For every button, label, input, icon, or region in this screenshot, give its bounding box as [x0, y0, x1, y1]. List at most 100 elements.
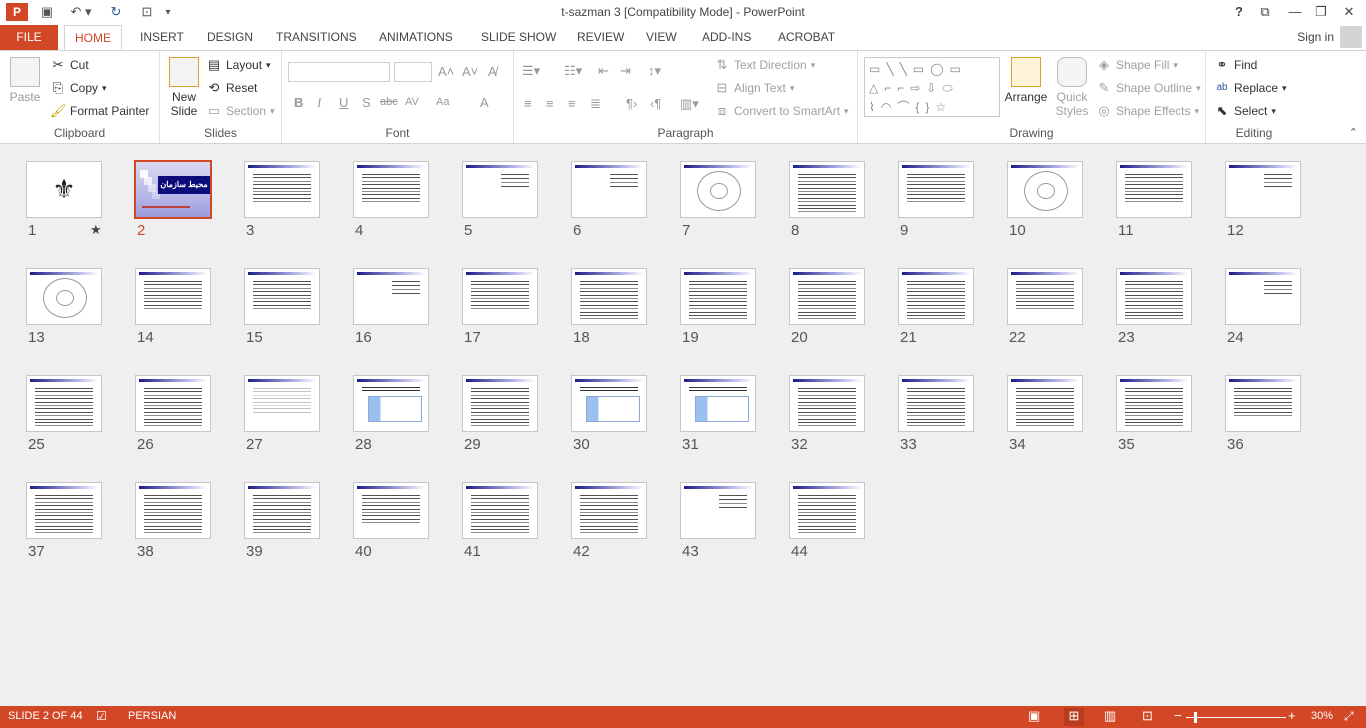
convert-to-smartart-button[interactable]: ⧈ Convert to SmartArt ▾ — [714, 103, 849, 119]
slide-thumbnail[interactable]: 41 — [462, 482, 571, 570]
slide-preview[interactable] — [1116, 161, 1192, 218]
slide-preview[interactable] — [898, 161, 974, 218]
zoom-slider-thumb[interactable] — [1193, 712, 1197, 723]
slide-preview[interactable] — [135, 482, 211, 539]
slide-preview[interactable] — [680, 375, 756, 432]
slide-thumbnail[interactable]: 34 — [1007, 375, 1116, 463]
replace-button[interactable]: ab Replace ▾ — [1214, 80, 1286, 96]
slide-preview[interactable]: ⚜ — [26, 161, 102, 218]
font-name-combo[interactable] — [288, 62, 390, 82]
slide-preview[interactable] — [135, 268, 211, 325]
slide-thumbnail[interactable]: 4 — [353, 161, 462, 249]
slide-thumbnail[interactable]: 11 — [1116, 161, 1225, 249]
justify-icon[interactable]: ≣ — [590, 96, 601, 112]
align-right-icon[interactable]: ≡ — [568, 96, 576, 111]
slide-thumbnail[interactable]: 36 — [1225, 375, 1334, 463]
quick-styles-button[interactable]: Quick Styles — [1050, 57, 1094, 118]
slide-preview[interactable] — [135, 375, 211, 432]
paste-button[interactable]: Paste — [6, 57, 44, 104]
format-painter-button[interactable]: 🖌 Format Painter — [50, 103, 149, 119]
shadow-button[interactable]: S — [362, 95, 371, 110]
slide-thumbnail[interactable]: 12 — [1225, 161, 1334, 249]
fit-to-window-icon[interactable]: ⤢ — [1344, 709, 1354, 724]
slide-preview[interactable] — [353, 482, 429, 539]
slide-thumbnail[interactable]: 30 — [571, 375, 680, 463]
slide-thumbnail[interactable]: 6 — [571, 161, 680, 249]
tab-animations[interactable]: ANIMATIONS — [379, 25, 453, 50]
font-color-button[interactable]: A — [480, 95, 489, 110]
slide-thumbnail[interactable]: محيط سازمان 2 — [134, 160, 244, 249]
slide-preview[interactable] — [571, 161, 647, 218]
slide-preview[interactable] — [1225, 161, 1301, 218]
tab-insert[interactable]: INSERT — [140, 25, 184, 50]
tab-acrobat[interactable]: ACROBAT — [778, 25, 835, 50]
slide-preview[interactable] — [898, 268, 974, 325]
ltr-direction-icon[interactable]: ¶› — [626, 96, 637, 111]
reset-button[interactable]: ⟲ Reset — [206, 80, 258, 96]
slide-thumbnail[interactable]: 16 — [353, 268, 462, 356]
slide-thumbnail[interactable]: 32 — [789, 375, 898, 463]
slide-thumbnail[interactable]: 24 — [1225, 268, 1334, 356]
underline-button[interactable]: U — [339, 95, 348, 110]
new-slide-button[interactable]: New Slide — [164, 57, 204, 118]
slide-thumbnail[interactable]: 5 — [462, 161, 571, 249]
slide-sorter-view-icon[interactable]: ⊞ — [1064, 708, 1084, 726]
shape-outline-button[interactable]: ✎ Shape Outline ▾ — [1096, 80, 1201, 96]
collapse-ribbon-icon[interactable]: ⌃ — [1349, 126, 1358, 139]
slide-preview[interactable] — [462, 268, 538, 325]
slide-thumbnail[interactable]: 17 — [462, 268, 571, 356]
increase-indent-icon[interactable]: ⇥ — [620, 63, 631, 79]
slide-preview[interactable] — [1007, 161, 1083, 218]
bullets-icon[interactable]: ☰▾ — [522, 63, 540, 79]
slide-preview[interactable] — [244, 482, 320, 539]
slide-show-view-icon[interactable]: ⊡ — [1142, 708, 1153, 724]
tab-view[interactable]: VIEW — [646, 25, 677, 50]
layout-button[interactable]: ▤ Layout ▾ — [206, 57, 271, 73]
slide-thumbnail[interactable]: 27 — [244, 375, 353, 463]
minimize-icon[interactable]: — — [1282, 2, 1308, 22]
slide-thumbnail[interactable]: 10 — [1007, 161, 1116, 249]
slide-preview[interactable] — [1007, 268, 1083, 325]
slide-thumbnail[interactable]: 44 — [789, 482, 898, 570]
slide-thumbnail[interactable]: 18 — [571, 268, 680, 356]
slide-thumbnail[interactable]: 37 — [26, 482, 135, 570]
normal-view-icon[interactable]: ▣ — [1028, 708, 1040, 724]
slide-preview[interactable] — [789, 375, 865, 432]
cut-button[interactable]: ✂ Cut — [50, 57, 89, 73]
slide-thumbnail[interactable]: 15 — [244, 268, 353, 356]
shapes-gallery[interactable]: ▭╲╲▭◯▭ △⌐⌐⇨⇩⬭ ⌇◠⌒{}☆ — [864, 57, 1000, 117]
slide-thumbnail[interactable]: 26 — [135, 375, 244, 463]
restore-icon[interactable]: ❐ — [1308, 2, 1334, 22]
tab-transitions[interactable]: TRANSITIONS — [276, 25, 357, 50]
change-case-button[interactable]: Aa — [436, 96, 449, 108]
slide-preview[interactable] — [1225, 268, 1301, 325]
italic-button[interactable]: I — [317, 95, 321, 111]
copy-button[interactable]: ⎘ Copy ▾ — [50, 80, 107, 96]
slide-thumbnail[interactable]: 23 — [1116, 268, 1225, 356]
slide-preview[interactable] — [353, 375, 429, 432]
slide-thumbnail[interactable]: 9 — [898, 161, 1007, 249]
decrease-indent-icon[interactable]: ⇤ — [598, 63, 609, 79]
slide-thumbnail[interactable]: 28 — [353, 375, 462, 463]
slide-sorter[interactable]: ⚜ 1 ★ محيط سازمان 2 3 4 5 6 7 8 9 10 11 12 13 14 15 16 17 18… — [0, 144, 1366, 706]
grow-font-icon[interactable]: A˄ — [438, 64, 454, 79]
slide-preview[interactable] — [898, 375, 974, 432]
slide-thumbnail[interactable]: 35 — [1116, 375, 1225, 463]
animation-star-icon[interactable]: ★ — [90, 222, 102, 238]
slide-thumbnail[interactable]: 29 — [462, 375, 571, 463]
slide-preview[interactable] — [462, 482, 538, 539]
slide-preview[interactable] — [244, 161, 320, 218]
slide-thumbnail[interactable]: 14 — [135, 268, 244, 356]
shape-fill-button[interactable]: ◈ Shape Fill ▾ — [1096, 57, 1178, 73]
text-direction-button[interactable]: ⇅ Text Direction ▾ — [714, 57, 816, 73]
slide-preview[interactable] — [1007, 375, 1083, 432]
slide-preview[interactable] — [462, 161, 538, 218]
slide-preview[interactable] — [26, 268, 102, 325]
slide-preview[interactable] — [680, 161, 756, 218]
slide-preview[interactable] — [1116, 375, 1192, 432]
slide-preview[interactable] — [353, 161, 429, 218]
slide-thumbnail[interactable]: 8 — [789, 161, 898, 249]
slide-thumbnail[interactable]: 22 — [1007, 268, 1116, 356]
find-button[interactable]: ⚭ Find — [1214, 57, 1258, 73]
zoom-level[interactable]: 30% — [1311, 710, 1333, 722]
